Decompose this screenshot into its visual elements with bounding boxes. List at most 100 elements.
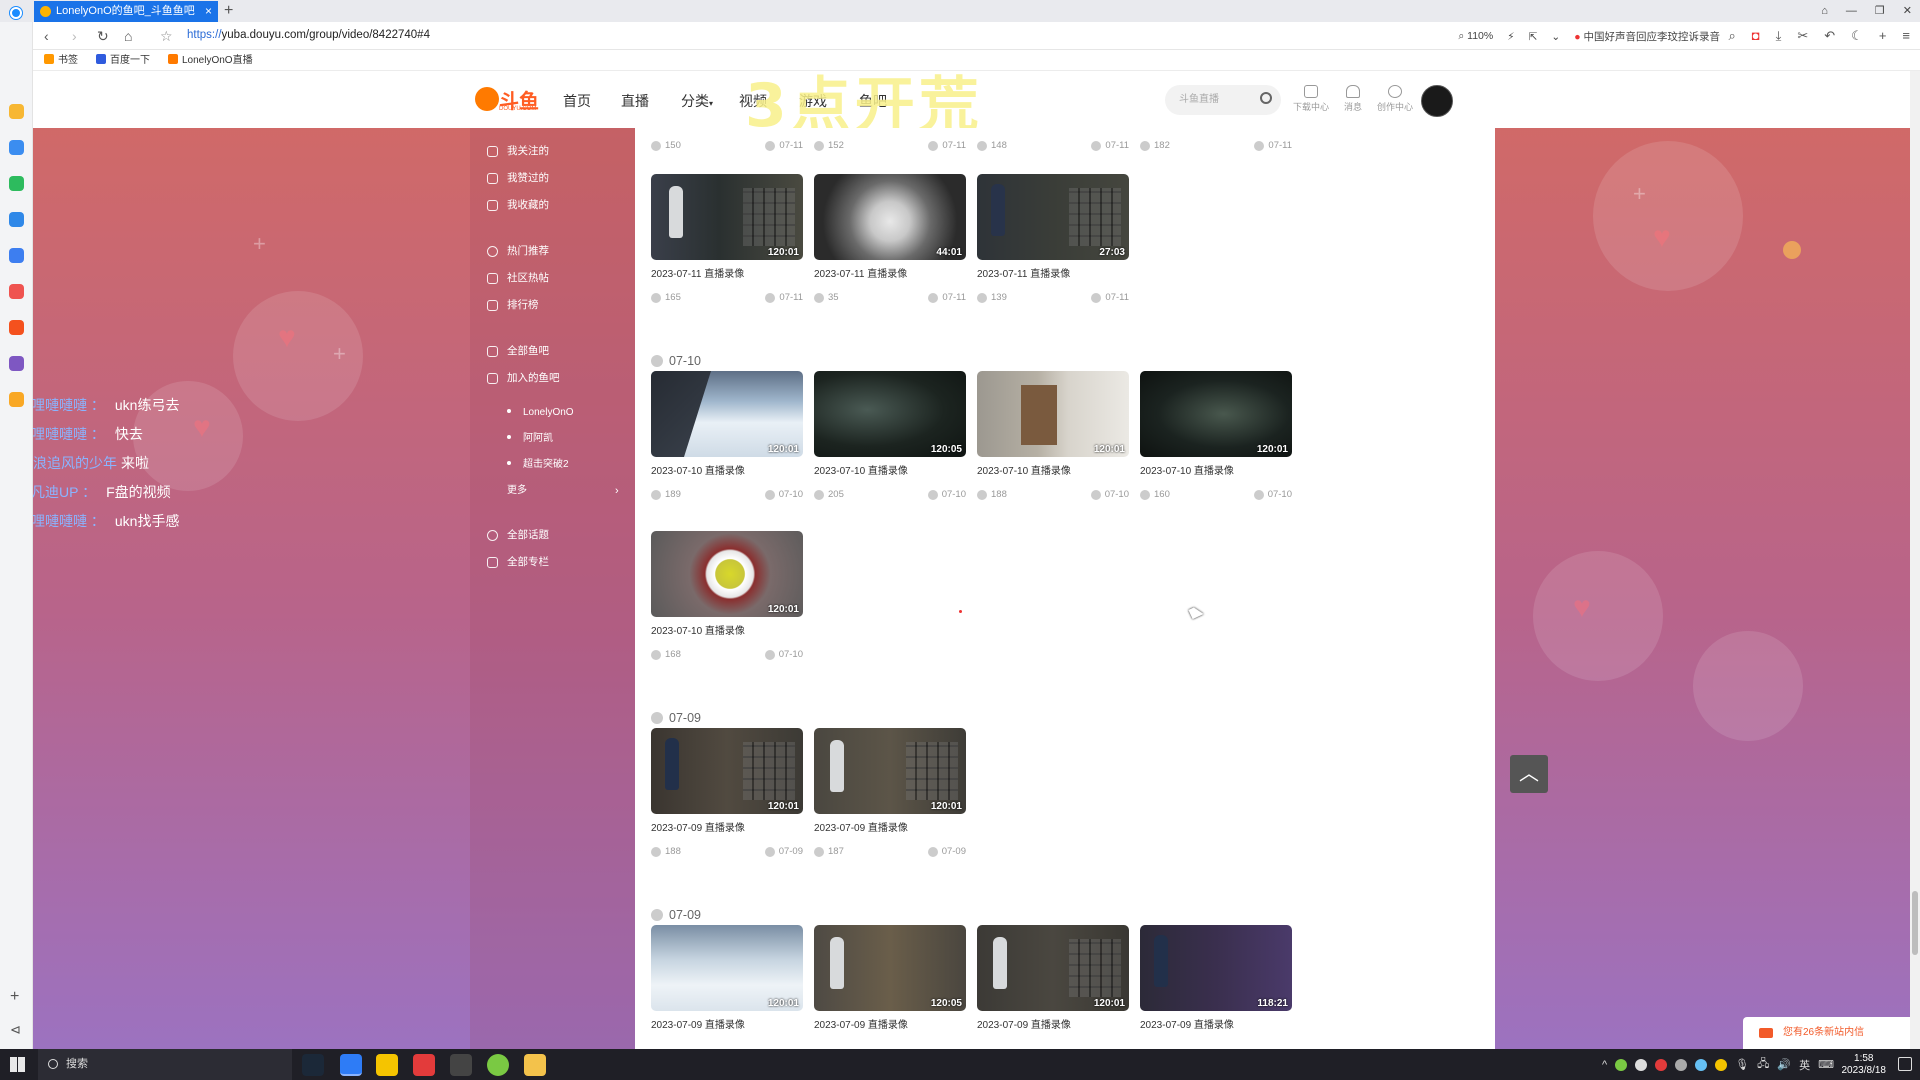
video-card[interactable]: 27:03 2023-07-11 直播录像 139 07-11 (977, 174, 1129, 306)
cloud-icon[interactable] (9, 212, 24, 227)
video-card[interactable]: 120:01 2023-07-10 直播录像 160 07-10 (1140, 371, 1292, 503)
notes-icon[interactable] (9, 356, 24, 371)
extra-icon[interactable] (9, 392, 24, 407)
video-title[interactable]: 2023-07-09 直播录像 (651, 1016, 745, 1031)
video-thumbnail[interactable]: 120:01 (814, 728, 966, 814)
tray-expand-icon[interactable]: ^ (1602, 1059, 1607, 1071)
volume-icon[interactable]: 🔊 (1777, 1058, 1791, 1071)
video-title[interactable]: 2023-07-10 直播录像 (1140, 462, 1234, 477)
video-thumbnail[interactable]: 120:01 (651, 371, 803, 457)
video-thumbnail[interactable]: 120:01 (1140, 371, 1292, 457)
video-card[interactable]: 120:01 2023-07-09 直播录像 187 07-09 (814, 728, 966, 860)
video-title[interactable]: 2023-07-11 直播录像 (651, 265, 744, 280)
minimize-icon[interactable]: — (1846, 0, 1857, 22)
url-field[interactable]: https://yuba.douyu.com/group/video/84227… (187, 29, 430, 41)
user-avatar[interactable] (1421, 85, 1453, 117)
steam-icon[interactable] (302, 1054, 324, 1076)
ime-indicator[interactable]: 英 (1799, 1057, 1810, 1073)
video-thumbnail[interactable]: 120:01 (977, 925, 1129, 1011)
video-card[interactable]: 120:05 2023-07-09 直播录像 (814, 925, 966, 1049)
joined-yuba-item[interactable]: 超击突破2 (507, 456, 569, 474)
favorites-icon[interactable] (9, 104, 24, 119)
video-card[interactable]: 44:01 2023-07-11 直播录像 35 07-11 (814, 174, 966, 306)
menu-more[interactable]: 更多 › (507, 482, 627, 500)
video-card[interactable]: 120:01 2023-07-11 直播录像 165 07-11 (651, 174, 803, 306)
menu-liked[interactable]: 我赞过的 (487, 169, 549, 187)
scrollbar-thumb[interactable] (1912, 891, 1918, 955)
menu-favorites[interactable]: 我收藏的 (487, 196, 549, 214)
weibo-sidebar-icon[interactable] (9, 284, 24, 299)
menu-hot[interactable]: 热门推荐 (487, 242, 549, 260)
bookmark-baidu[interactable]: 百度一下 (96, 50, 150, 70)
news-ticker[interactable]: ● 中国好声音回应李玟控诉录音 (1574, 29, 1720, 44)
video-thumbnail[interactable]: 120:01 (651, 174, 803, 260)
douyu-app-icon[interactable] (413, 1054, 435, 1076)
download-icon[interactable]: ⤓ (1776, 28, 1782, 44)
tray-app-icon[interactable] (1655, 1058, 1668, 1071)
zoom-indicator[interactable]: ⌕ 110% (1458, 30, 1493, 43)
joined-yuba-item[interactable]: LonelyOnO (507, 404, 574, 422)
history-icon[interactable] (9, 140, 24, 155)
tray-app-icon[interactable] (1715, 1058, 1728, 1071)
close-window-icon[interactable]: ✕ (1903, 0, 1912, 22)
menu-all-yuba[interactable]: 全部鱼吧 (487, 342, 549, 360)
joined-yuba-item[interactable]: 阿阿凯 (507, 430, 553, 448)
video-title[interactable]: 2023-07-09 直播录像 (814, 819, 908, 834)
flash-icon[interactable]: ⚡ (1507, 31, 1514, 43)
keyboard-icon[interactable]: ⌨ (1818, 1058, 1834, 1071)
tools-icon[interactable]: ✂ (1797, 28, 1808, 44)
search-icon[interactable] (1260, 92, 1272, 104)
video-card[interactable]: 120:05 2023-07-10 直播录像 205 07-10 (814, 371, 966, 503)
game-app-icon[interactable] (376, 1054, 398, 1076)
notification-center-icon[interactable] (1898, 1057, 1912, 1071)
reload-icon[interactable]: ↻ (97, 28, 109, 44)
video-thumbnail[interactable]: 118:21 (1140, 925, 1292, 1011)
menu-all-topics[interactable]: 全部话题 (487, 526, 549, 544)
extension-icon[interactable]: ◘ (1752, 28, 1760, 44)
browser-taskbar-icon[interactable] (340, 1054, 362, 1076)
video-title[interactable]: 2023-07-10 直播录像 (814, 462, 908, 477)
add-icon[interactable]: + (1879, 28, 1887, 44)
nav-category[interactable]: 分类▾ (681, 91, 713, 111)
pdf-icon[interactable] (9, 320, 24, 335)
tray-app-icon[interactable] (1635, 1058, 1648, 1071)
video-card[interactable]: 120:01 2023-07-10 直播录像 189 07-10 (651, 371, 803, 503)
menu-community[interactable]: 社区热帖 (487, 269, 549, 287)
back-to-top-button[interactable]: ︿ (1510, 755, 1548, 793)
dropdown-icon[interactable]: ⌄ (1551, 31, 1560, 43)
taskbar-search[interactable]: 搜索 (38, 1049, 292, 1080)
game-icon[interactable] (9, 248, 24, 263)
menu-all-columns[interactable]: 全部专栏 (487, 553, 549, 571)
video-thumbnail[interactable]: 120:05 (814, 371, 966, 457)
download-center-button[interactable]: 下载中心 (1291, 85, 1331, 113)
video-title[interactable]: 2023-07-11 直播录像 (977, 265, 1070, 280)
bookmark-lonelyono[interactable]: LonelyOnO直播 (168, 50, 253, 70)
tray-app-icon[interactable] (1675, 1058, 1688, 1071)
video-card[interactable]: 120:01 2023-07-09 直播录像 (651, 925, 803, 1049)
video-title[interactable]: 2023-07-11 直播录像 (814, 265, 907, 280)
tab-close-icon[interactable]: × (205, 1, 212, 22)
tray-steam-icon[interactable] (1695, 1058, 1708, 1071)
dark-mode-icon[interactable]: ☾ (1851, 28, 1863, 44)
chrome-icon[interactable] (487, 1054, 509, 1076)
video-title[interactable]: 2023-07-10 直播录像 (651, 462, 745, 477)
video-card[interactable]: 120:01 2023-07-10 直播录像 188 07-10 (977, 371, 1129, 503)
share-icon[interactable]: ⇱ (1529, 31, 1538, 43)
obs-icon[interactable] (450, 1054, 472, 1076)
video-title[interactable]: 2023-07-10 直播录像 (977, 462, 1071, 477)
video-title[interactable]: 2023-07-10 直播录像 (651, 622, 745, 637)
star-bookmark-icon[interactable]: ☆ (160, 28, 173, 44)
browser-tab-active[interactable]: LonelyOnO的鱼吧_斗鱼鱼吧 × (34, 1, 218, 22)
menu-ranking[interactable]: 排行榜 (487, 296, 539, 314)
creator-center-button[interactable]: 创作中心 (1375, 85, 1415, 113)
windows-start-icon[interactable] (10, 1057, 25, 1072)
home-icon[interactable]: ⌂ (124, 28, 132, 44)
menu-following[interactable]: 我关注的 (487, 142, 549, 160)
douyu-logo[interactable]: 斗鱼 DOUYU.COM (475, 85, 539, 113)
video-thumbnail[interactable]: 120:01 (651, 728, 803, 814)
video-thumbnail[interactable]: 120:05 (814, 925, 966, 1011)
new-tab-button[interactable]: + (224, 0, 233, 22)
back-icon[interactable]: ‹ (44, 28, 49, 44)
video-thumbnail[interactable]: 120:01 (651, 531, 803, 617)
site-search-input[interactable]: 斗鱼直播 (1165, 85, 1281, 115)
